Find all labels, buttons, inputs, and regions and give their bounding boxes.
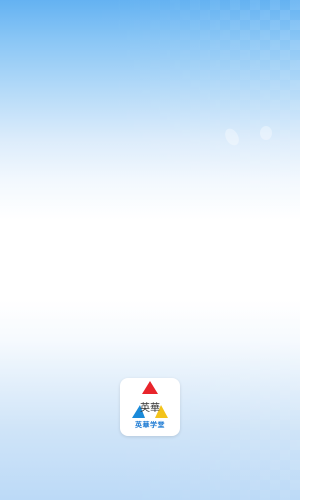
splash-screen: 英華 英華学堂 — [0, 0, 300, 500]
app-name: 英華学堂 — [135, 421, 165, 429]
app-logo: 英華 英華学堂 — [120, 378, 180, 436]
app-logo-icon: 英華 — [132, 381, 168, 418]
logo-red-triangle — [142, 381, 158, 394]
background-highlight — [260, 126, 272, 140]
logo-glyphs: 英華 — [140, 401, 160, 414]
